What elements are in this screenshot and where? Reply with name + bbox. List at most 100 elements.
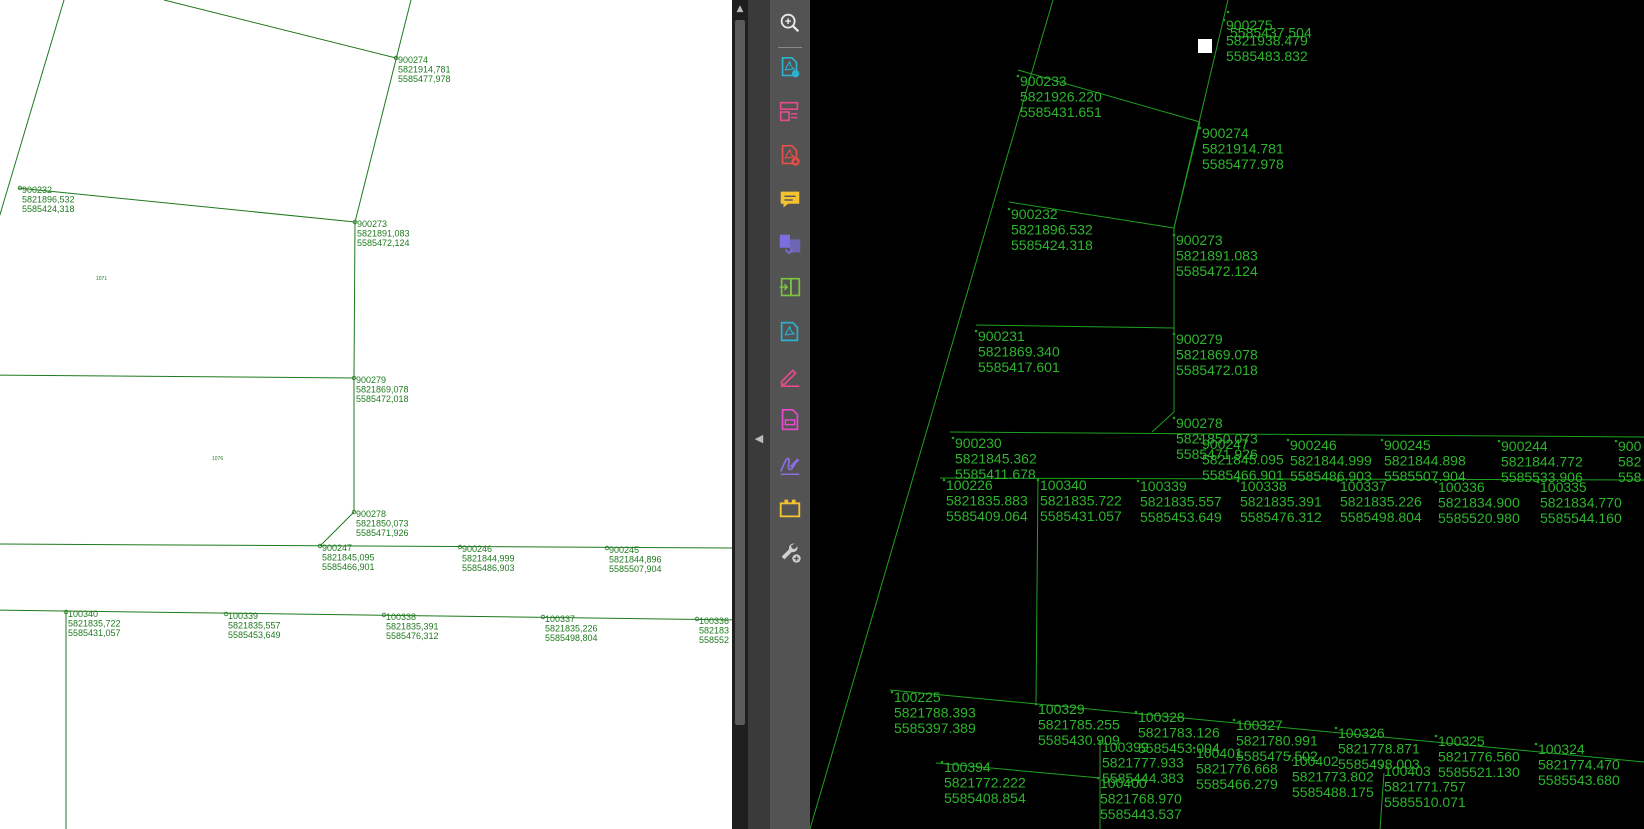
survey-point-label: 100394 5821772.222 5585408.854 <box>944 759 1026 806</box>
scroll-up-arrow-icon[interactable]: ▲ <box>732 0 748 18</box>
survey-point-marker <box>1380 764 1384 768</box>
tool-set-button[interactable] <box>776 494 804 522</box>
survey-point-label: 900273 5821891.083 5585472.124 <box>1176 232 1258 279</box>
export-pdf-button[interactable] <box>776 54 804 82</box>
survey-point-label: 900230 5821845.362 5585411.678 <box>955 435 1037 482</box>
vertical-scrollbar[interactable]: ▲ <box>732 0 748 829</box>
scrollbar-thumb[interactable] <box>735 20 745 725</box>
survey-point-marker <box>890 690 894 694</box>
create-pdf-icon <box>781 144 800 166</box>
survey-point-marker <box>1286 438 1290 442</box>
survey-point-marker <box>1192 746 1196 750</box>
parcel-boundary-line <box>1035 477 1039 703</box>
survey-point-marker <box>1172 332 1176 336</box>
more-tools-button[interactable] <box>776 538 804 566</box>
survey-point-marker <box>1172 233 1176 237</box>
survey-point-marker <box>1226 10 1230 14</box>
survey-point-marker <box>1536 480 1540 484</box>
collapse-panel-arrow-icon[interactable]: ◀ <box>752 430 766 448</box>
left-drawing-pane[interactable]: 900274 5821914,781 5585477,978 900232 582189… <box>0 0 732 829</box>
parcel-number-label: 1071 <box>96 276 107 282</box>
survey-point-label: 900279 5821869,078 5585472,018 <box>356 375 409 404</box>
survey-point-marker <box>1380 438 1384 442</box>
survey-point-marker <box>1334 726 1338 730</box>
survey-point-label: 900247 5821845.095 5585466.901 <box>1202 436 1284 483</box>
request-signature-icon <box>779 457 800 475</box>
zoom-search-icon <box>780 13 800 33</box>
survey-point-label: 900233 5821926.220 5585431.651 <box>1020 73 1102 120</box>
survey-point-label: 100339 5821835,557 5585453,649 <box>228 611 281 640</box>
survey-point-marker <box>1232 718 1236 722</box>
parcel-boundary-line <box>1151 411 1175 433</box>
survey-point-label: 100336 5821834.900 5585520.980 <box>1438 479 1520 526</box>
compress-pdf-button[interactable] <box>776 274 804 302</box>
survey-point-label: 900246 5821844,999 5585486,903 <box>462 544 515 573</box>
edit-pdf-button[interactable] <box>776 318 804 346</box>
parcel-boundary-line <box>163 0 397 59</box>
parcel-boundary-line <box>0 0 65 217</box>
survey-point-marker <box>1288 754 1292 758</box>
survey-point-marker <box>940 760 944 764</box>
survey-point-marker <box>1497 439 1501 443</box>
survey-point-marker <box>974 329 978 333</box>
export-pdf-icon <box>781 56 800 78</box>
survey-point-marker <box>951 436 955 440</box>
panel-divider: ◀ <box>748 0 770 829</box>
organize-pages-icon <box>779 101 799 122</box>
survey-point-marker <box>1236 479 1240 483</box>
survey-point-marker <box>1198 126 1202 130</box>
organize-pages-button[interactable] <box>776 98 804 126</box>
cad-cursor-pickbox <box>1198 39 1212 53</box>
survey-point-marker <box>1016 74 1020 78</box>
survey-point-label: 100335 5821834.770 5585544.160 <box>1540 479 1622 526</box>
create-pdf-button[interactable] <box>776 142 804 170</box>
survey-point-marker <box>1134 710 1138 714</box>
combine-files-button[interactable] <box>776 230 804 258</box>
briefcase-icon <box>779 499 801 518</box>
survey-point-label: 100339 5821835.557 5585453.649 <box>1140 478 1222 525</box>
comment-icon <box>780 191 800 208</box>
request-signature-button[interactable] <box>776 450 804 478</box>
survey-point-label: 900274 5821914.781 5585477.978 <box>1202 125 1284 172</box>
survey-point-marker <box>1434 734 1438 738</box>
survey-point-label: 900247 5821845,095 5585466,901 <box>322 543 375 572</box>
survey-point-marker <box>1614 439 1618 443</box>
survey-point-marker <box>1036 478 1040 482</box>
survey-point-label: 900245 5821844,896 5585507,904 <box>609 545 662 574</box>
survey-point-label: 900244 5821844.772 5585533.906 <box>1501 438 1583 485</box>
combine-files-icon <box>779 234 801 255</box>
right-cad-canvas[interactable]: 5585437.504900275 5821938.479 5585483.8329… <box>810 0 1644 829</box>
survey-point-label: 100325 5821776.560 5585521.130 <box>1438 733 1520 780</box>
zoom-tool-button[interactable] <box>776 9 804 37</box>
comment-button[interactable] <box>776 186 804 214</box>
left-plot-canvas[interactable]: 900274 5821914,781 5585477,978 900232 582189… <box>0 0 732 829</box>
survey-point-marker <box>1034 702 1038 706</box>
survey-point-label: 900246 5821844.999 5585486.903 <box>1290 437 1372 484</box>
survey-point-label: 900278 5821850,073 5585471,926 <box>356 509 409 538</box>
survey-point-marker <box>1136 479 1140 483</box>
survey-point-marker <box>1007 207 1011 211</box>
right-drawing-pane[interactable]: 5585437.504 900275 5821938.479 5585483.832 9… <box>810 0 1644 829</box>
survey-point-marker <box>1096 776 1100 780</box>
survey-point-marker <box>942 478 946 482</box>
survey-point-label: 100340 5821835,722 5585431,057 <box>68 609 121 638</box>
compress-pdf-icon <box>779 277 801 297</box>
wrench-add-icon <box>781 543 801 563</box>
survey-point-marker <box>1198 437 1202 441</box>
survey-point-label: 100338 5821835.391 5585476.312 <box>1240 478 1322 525</box>
fill-sign-button[interactable] <box>776 362 804 390</box>
survey-point-label: 100340 5821835.722 5585431.057 <box>1040 477 1122 524</box>
survey-point-label: 100337 5821835.226 5585498.804 <box>1340 478 1422 525</box>
survey-point-marker <box>1336 479 1340 483</box>
survey-point-label: 900279 5821869.078 5585472.018 <box>1176 331 1258 378</box>
survey-point-marker <box>1098 740 1102 744</box>
parcel-boundary-line <box>353 221 356 379</box>
survey-point-label: 100336 582183 558552 <box>699 616 729 645</box>
survey-point-label: 900232 5821896,532 5585424,318 <box>22 185 75 214</box>
tools-divider <box>778 47 802 48</box>
parcel-boundary-line <box>0 374 355 379</box>
parcel-boundary-line <box>1173 121 1201 229</box>
prepare-form-button[interactable] <box>776 406 804 434</box>
survey-point-label: 900274 5821914,781 5585477,978 <box>398 55 451 84</box>
fill-sign-icon <box>780 369 800 388</box>
